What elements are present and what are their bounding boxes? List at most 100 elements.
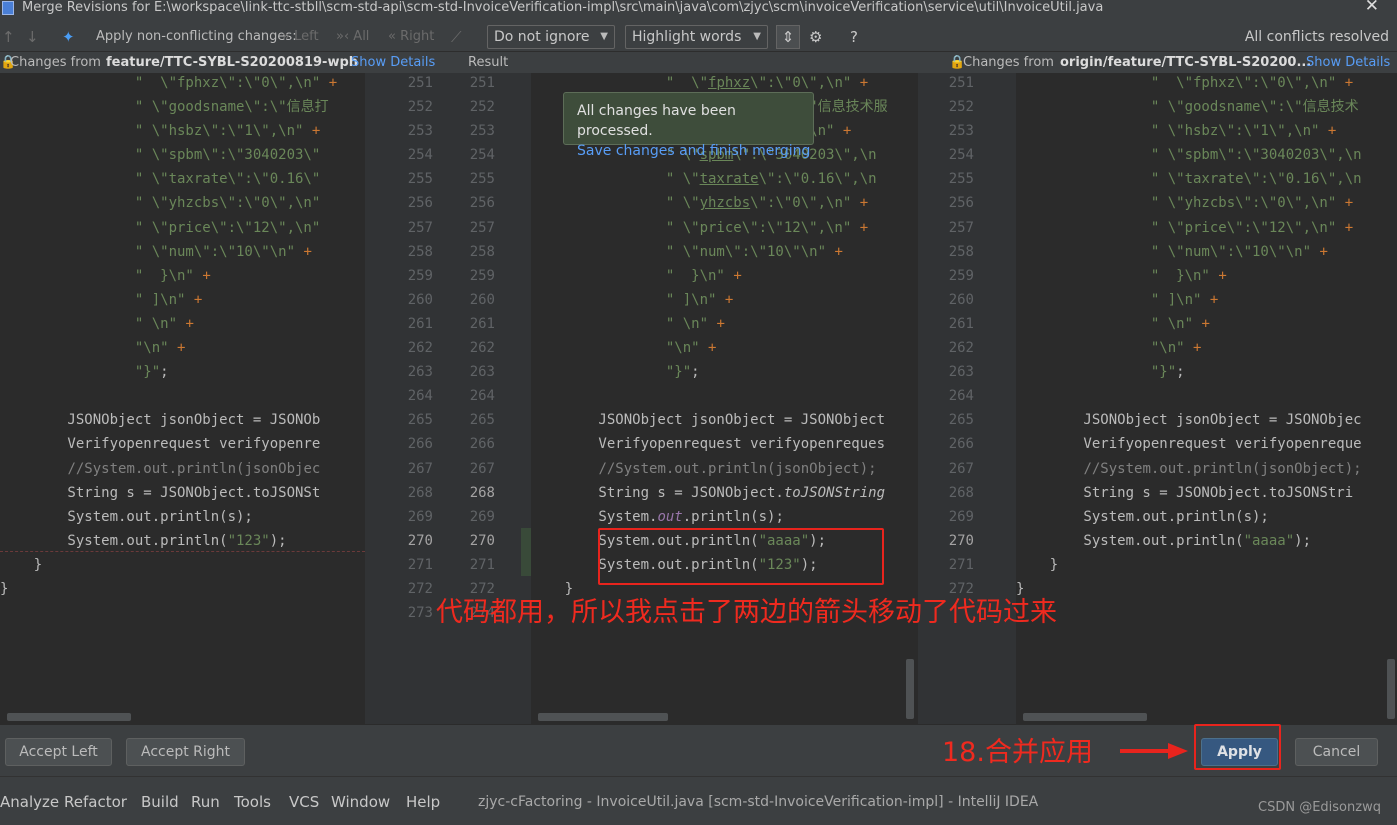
line-number: 263 xyxy=(948,364,974,381)
apply-left-button[interactable]: » Left xyxy=(282,28,319,46)
line-number: 256 xyxy=(469,195,495,212)
line-number: 262 xyxy=(469,340,495,357)
previous-change-arrow-icon[interactable]: ↑ xyxy=(2,27,15,47)
tooltip-message: All changes have been processed. xyxy=(577,103,736,139)
line-number: 258 xyxy=(469,243,495,260)
line-number: 261 xyxy=(469,315,495,332)
accept-left-button[interactable]: Accept Left xyxy=(5,738,112,766)
chevron-down-icon: ▼ xyxy=(753,31,761,42)
right-branch-name: origin/feature/TTC-SYBL-S20200... xyxy=(1060,55,1312,70)
apply-right-label: Right xyxy=(400,29,435,44)
line-number: 253 xyxy=(407,123,433,140)
line-number: 262 xyxy=(948,340,974,357)
line-number: 263 xyxy=(469,364,495,381)
left-editor-pane[interactable]: " \"fphxz\":\"0\",\n" + " \"goodsname\":… xyxy=(0,73,365,724)
line-number: 268 xyxy=(407,484,433,501)
line-number: 259 xyxy=(407,267,433,284)
menu-tools[interactable]: Tools xyxy=(234,789,271,815)
line-number: 267 xyxy=(948,460,974,477)
right-vertical-scrollbar[interactable] xyxy=(1387,659,1395,719)
line-number: 252 xyxy=(469,99,495,116)
cancel-button[interactable]: Cancel xyxy=(1295,738,1378,766)
save-and-finish-link[interactable]: Save changes and finish merging xyxy=(577,141,813,161)
menu-help[interactable]: Help xyxy=(406,789,440,815)
left-show-details-link[interactable]: Show Details xyxy=(351,52,435,73)
line-number: 272 xyxy=(407,580,433,597)
right-horizontal-scrollbar[interactable] xyxy=(1023,713,1147,721)
apply-all-button[interactable]: »‹ All xyxy=(336,28,369,46)
next-change-arrow-icon[interactable]: ↓ xyxy=(26,27,39,47)
title-bar: Merge Revisions for E:\workspace\link-tt… xyxy=(0,0,1397,22)
annotation-note: 代码都用，所以我点击了两边的箭头移动了代码过来 xyxy=(436,597,1057,628)
line-number: 265 xyxy=(948,412,974,429)
left-code: " \"fphxz\":\"0\",\n" + " \"goodsname\":… xyxy=(0,75,338,597)
line-number: 270 xyxy=(948,532,974,549)
line-number: 254 xyxy=(407,147,433,164)
line-number: 255 xyxy=(469,171,495,188)
line-number: 251 xyxy=(469,75,495,91)
line-number: 255 xyxy=(948,171,974,188)
result-horizontal-scrollbar[interactable] xyxy=(538,713,668,721)
magic-resolve-icon[interactable]: ✦ xyxy=(62,27,75,47)
line-number: 268 xyxy=(948,484,974,501)
line-number: 257 xyxy=(948,219,974,236)
line-number: 258 xyxy=(407,243,433,260)
line-number: 256 xyxy=(407,195,433,212)
chevron-down-icon: ▼ xyxy=(600,31,608,42)
line-number: 260 xyxy=(407,291,433,308)
right-show-details-link[interactable]: Show Details xyxy=(1306,52,1390,73)
menu-vcs[interactable]: VCS xyxy=(289,789,319,815)
line-number: 270 xyxy=(469,532,495,549)
sync-scroll-toggle-icon[interactable]: ⇕ xyxy=(776,25,800,49)
highlighted-merged-lines xyxy=(598,528,884,585)
watermark: CSDN @Edisonzwq xyxy=(1258,800,1381,815)
right-line-numbers: 251 252 253 254 255 256 257 258 259 260 261 262 263 2… xyxy=(936,71,974,601)
close-icon[interactable]: ✕ xyxy=(1365,0,1379,15)
line-number: 256 xyxy=(948,195,974,212)
line-number: 253 xyxy=(469,123,495,140)
highlight-select[interactable]: Highlight words ▼ xyxy=(625,25,768,49)
help-icon[interactable]: ? xyxy=(850,27,858,47)
line-number: 261 xyxy=(948,315,974,332)
right-editor-pane[interactable]: " \"fphxz\":\"0\",\n" + " \"goodsname\":… xyxy=(1016,73,1397,724)
line-number: 265 xyxy=(469,412,495,429)
line-number: 262 xyxy=(407,340,433,357)
result-vertical-scrollbar[interactable] xyxy=(906,659,914,719)
line-number: 257 xyxy=(407,219,433,236)
menu-run[interactable]: Run xyxy=(191,789,220,815)
menu-build[interactable]: Build xyxy=(141,789,179,815)
gear-icon[interactable]: ⚙ xyxy=(809,27,822,47)
line-number: 264 xyxy=(469,388,495,405)
line-number: 254 xyxy=(469,147,495,164)
line-number: 264 xyxy=(407,388,433,405)
line-number: 260 xyxy=(948,291,974,308)
line-number: 266 xyxy=(948,436,974,453)
result-header: Result xyxy=(468,55,509,70)
ide-menu-bar: Analyze Refactor Build Run Tools VCS Win… xyxy=(0,776,1397,825)
line-number: 269 xyxy=(948,508,974,525)
magic-wand-icon[interactable]: ⟋ xyxy=(451,27,462,47)
whitespace-select[interactable]: Do not ignore ▼ xyxy=(487,25,615,49)
apply-right-button[interactable]: « Right xyxy=(388,28,434,46)
line-number: 271 xyxy=(469,556,495,573)
menu-window[interactable]: Window xyxy=(331,789,390,815)
highlight-select-value: Highlight words xyxy=(632,29,742,45)
annotation-step: 18.合并应用 xyxy=(942,737,1093,768)
accept-right-button[interactable]: Accept Right xyxy=(126,738,245,766)
line-number: 253 xyxy=(948,123,974,140)
left-change-marker xyxy=(0,551,365,552)
menu-analyze[interactable]: Analyze xyxy=(0,789,59,815)
apply-highlight-box xyxy=(1194,724,1281,770)
line-number: 270 xyxy=(407,532,433,549)
menu-refactor[interactable]: Refactor xyxy=(64,789,127,815)
result-left-line-numbers: 251 252 253 254 255 256 257 258 259 260 261 262 263 2… xyxy=(459,71,495,625)
conflicts-status: All conflicts resolved xyxy=(1244,29,1389,45)
line-number: 273 xyxy=(407,605,433,622)
line-number: 263 xyxy=(407,364,433,381)
line-number: 266 xyxy=(469,436,495,453)
line-number: 259 xyxy=(469,267,495,284)
apply-left-label: Left xyxy=(294,29,319,44)
left-horizontal-scrollbar[interactable] xyxy=(7,713,131,721)
merge-toolbar: ↑ ↓ ✦ Apply non-conflicting changes: » L… xyxy=(0,22,1397,52)
line-number: 271 xyxy=(948,556,974,573)
